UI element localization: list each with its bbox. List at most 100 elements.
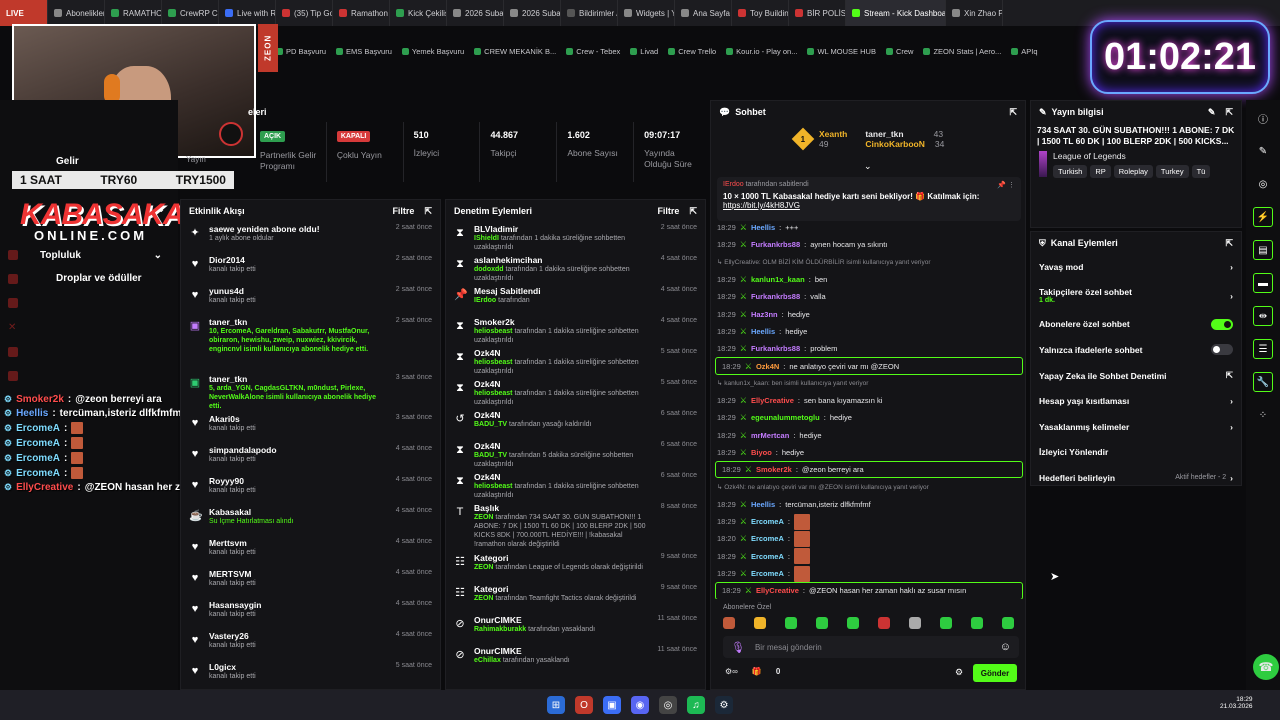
browser-tab[interactable]: 2026 Subath — [447, 0, 504, 26]
filter-button[interactable]: Filtre — [657, 206, 679, 216]
chat-message[interactable]: 18:29 ⚔ kanlun1x_kaan: ben — [711, 271, 1025, 288]
toggle-switch[interactable] — [1211, 344, 1233, 356]
channel-action-item[interactable]: Yapay Zeka ile Sohbet Denetimi ⇱ — [1031, 363, 1241, 389]
chat-message[interactable]: 18:29 ⚔ EllyCreative: @ZEON hasan her zaman… — [715, 582, 1023, 599]
bookmark-item[interactable]: Yemek Başvuru — [401, 42, 464, 60]
apps-icon[interactable]: ⁘ — [1253, 405, 1273, 425]
action-control[interactable] — [1211, 318, 1233, 330]
emote-icon[interactable] — [1002, 617, 1014, 629]
emote-icon[interactable] — [940, 617, 952, 629]
chat-message[interactable]: 18:29 ⚔ mrMertcan: hediye — [711, 427, 1025, 444]
files-icon[interactable]: ▣ — [603, 696, 621, 714]
activity-row[interactable]: ♥ yunus4d kanalı takip etti 2 saat önce — [181, 284, 440, 315]
emote-icon[interactable] — [816, 617, 828, 629]
chat-message[interactable]: 18:29 ⚔ Ozk4N: ne anlatıyo çeviri var mı @Z… — [715, 357, 1023, 375]
opera-icon[interactable]: O — [575, 696, 593, 714]
channel-action-item[interactable]: İzleyici Yönlendir — [1031, 440, 1241, 466]
action-control[interactable]: › — [1230, 262, 1233, 272]
action-control[interactable]: ⇱ — [1226, 370, 1233, 381]
moderation-row[interactable]: ⧗ Ozk4N BADU_TV tarafından 5 dakika süreli… — [446, 439, 705, 470]
expand-chevron-icon[interactable]: ⌄ — [864, 161, 872, 172]
tag-chip[interactable]: Tü — [1191, 165, 1211, 178]
activity-row[interactable]: ▣ taner_tkn 10, ErcomeA, Gareldran, Sabaku… — [181, 315, 440, 372]
bookmark-item[interactable]: Crew - Tebex — [566, 42, 620, 60]
chat-username[interactable]: ErcomeA — [751, 517, 784, 526]
moderation-row[interactable]: ⧗ aslanhekimcihan dodoxdd tarafından 1 dak… — [446, 253, 705, 284]
chat-message[interactable]: 18:29 ⚔ Furkankrbs88: aynen hocam ya sıkınt… — [711, 236, 1025, 253]
lightning-icon[interactable]: ⚡ — [1253, 207, 1273, 227]
emote-icon[interactable] — [878, 617, 890, 629]
channel-action-item[interactable]: Takipçilere özel sohbet 1 dk. › — [1031, 280, 1241, 312]
info-icon[interactable]: ⓘ — [1253, 108, 1273, 128]
chat-username[interactable]: Haz3nn — [751, 310, 778, 319]
filter-button[interactable]: Filtre — [392, 206, 414, 216]
tag-chip[interactable]: Roleplay — [1113, 165, 1153, 178]
emote-icon[interactable] — [847, 617, 859, 629]
chat-username[interactable]: ErcomeA — [751, 569, 784, 578]
activity-row[interactable]: ♥ Royyy90 kanalı takip etti 4 saat önce — [181, 474, 440, 505]
emoji-icon[interactable]: ☺ — [1000, 641, 1011, 653]
edit-icon[interactable]: ✎ — [1208, 107, 1216, 118]
action-control[interactable]: › — [1230, 422, 1233, 432]
moderation-row[interactable]: ☷ Kategori ZEON tarafından League of Legen… — [446, 551, 705, 582]
bookmark-item[interactable]: EMS Başvuru — [336, 42, 392, 60]
chat-username[interactable]: Furkankrbs88 — [751, 292, 800, 301]
bookmark-item[interactable]: PD Başvuru — [276, 42, 326, 60]
tag-chip[interactable]: RP — [1090, 165, 1111, 178]
browser-tab[interactable]: Kick Çekiliş — [390, 0, 447, 26]
popout-icon[interactable]: ⇱ — [424, 206, 432, 217]
activity-row[interactable]: ♥ Dior2014 kanalı takip etti 2 saat önce — [181, 253, 440, 284]
chat-message[interactable]: 18:29 ⚔ Heellis: tercüman,isteriz dlfkfmfmf — [711, 496, 1025, 513]
chat-username[interactable]: EllyCreative — [756, 586, 799, 595]
moderation-row[interactable]: ⧗ BLVladimir IShieldI tarafından 1 dakika … — [446, 222, 705, 253]
pin-icon[interactable]: 📌 ⋮ — [997, 181, 1015, 189]
chat-message[interactable]: 18:29 ⚔ Heellis: +++ — [711, 219, 1025, 236]
chat-username[interactable]: Smoker2k — [756, 465, 792, 474]
chat-message[interactable]: 18:29 ⚔ ErcomeA: — [711, 513, 1025, 530]
browser-tab[interactable]: Toy Building — [732, 0, 789, 26]
emote-icon[interactable] — [754, 617, 766, 629]
gift-icon[interactable]: 🎁 — [752, 667, 762, 676]
activity-row[interactable]: ♥ MERTSVM kanalı takip etti 4 saat önce — [181, 567, 440, 598]
chat-reply-context[interactable]: ↳ EllyCreative: OLM BİZİ KİM ÖLDÜRBİLİR … — [711, 254, 1025, 271]
settings-icon[interactable] — [8, 347, 18, 357]
sidebar-item-droplar[interactable]: Droplar ve ödüller — [16, 273, 178, 284]
browser-tab[interactable]: RAMATHON — [105, 0, 162, 26]
action-control[interactable]: Aktif hedefler - 2 › — [1175, 473, 1233, 483]
chat-username[interactable]: Furkankrbs88 — [751, 344, 800, 353]
toggle-switch[interactable] — [1211, 318, 1233, 330]
moderation-row[interactable]: ⊘ OnurCIMKE eChillax tarafından yasaklandı… — [446, 644, 705, 675]
chat-message[interactable]: 18:29 ⚔ Heellis: hediye — [711, 323, 1025, 340]
discord-icon[interactable]: ◉ — [631, 696, 649, 714]
chat-username[interactable]: Biyoo — [751, 448, 772, 457]
chat-message[interactable]: 18:20 ⚔ ErcomeA: — [711, 530, 1025, 547]
moderation-row[interactable]: 📌 Mesaj Sabitlendi IErdoo tarafından 4 saat… — [446, 284, 705, 315]
chat-username[interactable]: Furkankrbs88 — [751, 240, 800, 249]
popout-icon[interactable]: ⇱ — [1225, 107, 1233, 118]
chat-reply-context[interactable]: ↳ kanlun1x_kaan: ben isimli kullanıcıya … — [711, 375, 1025, 392]
browser-tab[interactable]: Xin Zhao Pro — [946, 0, 1003, 26]
bookmark-item[interactable]: Kour.io - Play on... — [726, 42, 797, 60]
x-icon[interactable]: ✕ — [8, 322, 18, 333]
chat-message[interactable]: 18:29 ⚔ EllyCreative: sen bana kıyamazsın k… — [711, 392, 1025, 409]
browser-tab[interactable]: Live with Re — [219, 0, 276, 26]
bookmark-item[interactable]: WL MOUSE HUB — [807, 42, 876, 60]
info-icon[interactable] — [8, 371, 18, 381]
activity-row[interactable]: ♥ Hasansaygin kanalı takip etti 4 saat önce — [181, 598, 440, 629]
chat-message[interactable]: 18:29 ⚔ ErcomeA: — [711, 548, 1025, 565]
list-icon[interactable]: ☰ — [1253, 339, 1273, 359]
moderation-row[interactable]: ☷ Kategori ZEON tarafından Teamfight Tacti… — [446, 582, 705, 613]
settings-icon[interactable]: ⚙∞ — [725, 667, 738, 676]
link-icon[interactable]: ⇹ — [1253, 306, 1273, 326]
moderation-row[interactable]: ⧗ Ozk4N heliosbeast tarafından 1 dakika sü… — [446, 377, 705, 408]
steam-icon[interactable]: ⚙ — [715, 696, 733, 714]
chat-bubble-icon[interactable]: ▬ — [1253, 273, 1273, 293]
browser-tab[interactable]: Stream - Kick Dashboa — [846, 0, 946, 26]
tag-chip[interactable]: Turkey — [1155, 165, 1189, 178]
chat-message[interactable]: 18:29 ⚔ ErcomeA: — [711, 565, 1025, 582]
moderation-row[interactable]: ⧗ Ozk4N heliosbeast tarafından 1 dakika sü… — [446, 346, 705, 377]
channel-action-item[interactable]: Hedefleri belirleyin Aktif hedefler - 2 › — [1031, 465, 1241, 485]
chat-username[interactable]: egeunalummetoglu — [751, 413, 820, 422]
chat-message[interactable]: 18:29 ⚔ Biyoo: hediye — [711, 444, 1025, 461]
bookmark-item[interactable]: Livad — [630, 42, 658, 60]
